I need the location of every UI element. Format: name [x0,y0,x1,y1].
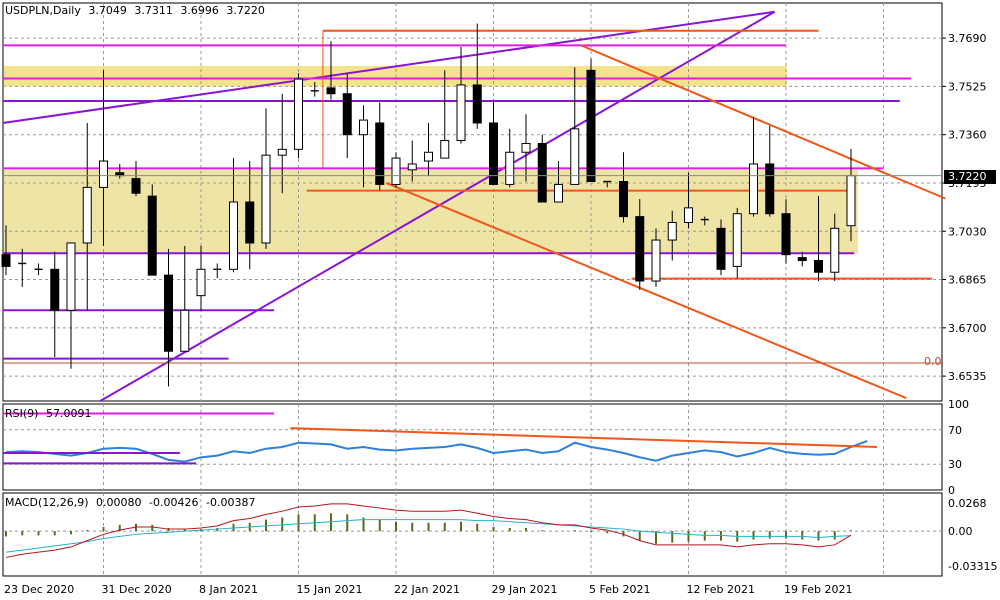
candle-bull-body [505,151,515,185]
candle-bull-body [229,201,238,270]
candle-bull-body [456,84,466,142]
candle-bear-body [472,84,482,124]
candle-bear-body [781,213,791,256]
date-label: 22 Jan 2021 [394,583,460,596]
candle-bear-body [716,227,726,270]
symbol-label: USDPLN,Daily [5,4,81,17]
candle [716,219,726,276]
candle-bull-body [440,140,450,159]
fib-label: 0.0 [924,355,942,368]
rsi-label: RSI(9) [5,407,39,420]
candle-bull-body [261,154,271,244]
price-tick-label: 3.7525 [948,80,987,93]
candle-bull-body [99,160,108,188]
candle-bull-body [294,78,303,150]
candle-bull-body [82,186,92,244]
date-label: 31 Dec 2020 [102,583,172,596]
price-tick-label: 3.6535 [948,370,987,383]
candle-bear-body [164,274,173,352]
candle-bull-body [651,239,661,282]
macd-value-main: 0.00080 [96,496,142,509]
candle-bear-body [131,178,141,194]
candle-bull-body [749,163,758,215]
rsi-value: 57.0091 [45,407,92,420]
candle-bull-body [732,213,742,267]
close-value: 3.7220 [226,4,265,17]
date-label: 19 Feb 2021 [784,583,852,596]
macd-header: MACD(12,26,9) 0.00080 -0.00426 -0.00387 [5,496,259,509]
candle-bear-body [537,142,547,203]
candle-bear-body [326,87,336,95]
date-label: 12 Feb 2021 [687,583,755,596]
macd-tick-label: 0.0268 [948,497,987,510]
candle-bear-body [1,254,11,267]
macd-value-hist: -0.00387 [206,496,256,509]
low-value: 3.6996 [180,4,219,17]
candle-bull-body [667,221,677,241]
candle-bull-body [424,151,433,162]
rsi-header: RSI(9) 57.0091 [5,407,95,420]
macd-label: MACD(12,26,9) [5,496,89,509]
candle-bear-body [586,69,596,183]
date-label: 23 Dec 2020 [4,583,74,596]
candle-bear-body [635,216,645,282]
candle-bull-body [554,183,563,203]
price-tick-label: 3.7360 [948,129,987,142]
macd-tick-label: -0.03315 [948,560,997,573]
price-tick-label: 3.7690 [948,32,987,45]
rsi-tick-label: 30 [948,458,962,471]
price-tick-label: 3.7030 [948,225,987,238]
candle-bull-body [846,175,856,227]
rsi-tick-label: 70 [948,424,962,437]
candle [537,134,547,203]
candle-bull-body [830,227,840,273]
candle [294,73,303,159]
price-tick-label: 3.6865 [948,274,987,287]
candle-bull-body [277,148,287,156]
macd-value-signal: -0.00426 [149,496,199,509]
candle-bear-body [147,195,157,276]
open-value: 3.7049 [88,4,127,17]
date-label: 5 Feb 2021 [589,583,650,596]
chart-header: USDPLN,Daily 3.7049 3.7311 3.6996 3.7220 [5,4,269,17]
candle-bull-body [359,119,368,136]
macd-tick-label: 0.00 [948,525,973,538]
candle [586,58,596,183]
current-price-badge: 3.7220 [944,170,996,184]
candle-bull-body [66,242,76,311]
candle-bear-body [245,201,255,244]
candle-bear-body [797,257,807,262]
date-label: 15 Jan 2021 [297,583,363,596]
price-tick-label: 3.6700 [948,322,987,335]
candle-bear-body [619,181,628,218]
candle-bull-body [391,157,401,185]
high-value: 3.7311 [134,4,173,17]
candle-bear-body [814,260,823,273]
candle-bull-body [180,309,190,352]
rsi-tick-label: 100 [948,398,969,411]
candle [147,184,157,276]
candle-bull-body [521,142,531,153]
date-label: 29 Jan 2021 [492,583,558,596]
candle-bull-body [684,207,693,223]
candle-bear-body [50,268,60,311]
candle-bull-body [407,163,417,171]
date-label: 8 Jan 2021 [199,583,258,596]
candle-bear-body [765,163,775,215]
candle-bear-body [342,93,352,136]
price-chart[interactable]: 3.76903.75253.73603.71953.70303.68653.67… [0,0,1000,600]
rsi-tick-label: 0 [948,484,955,497]
candle-bull-body [196,268,206,297]
